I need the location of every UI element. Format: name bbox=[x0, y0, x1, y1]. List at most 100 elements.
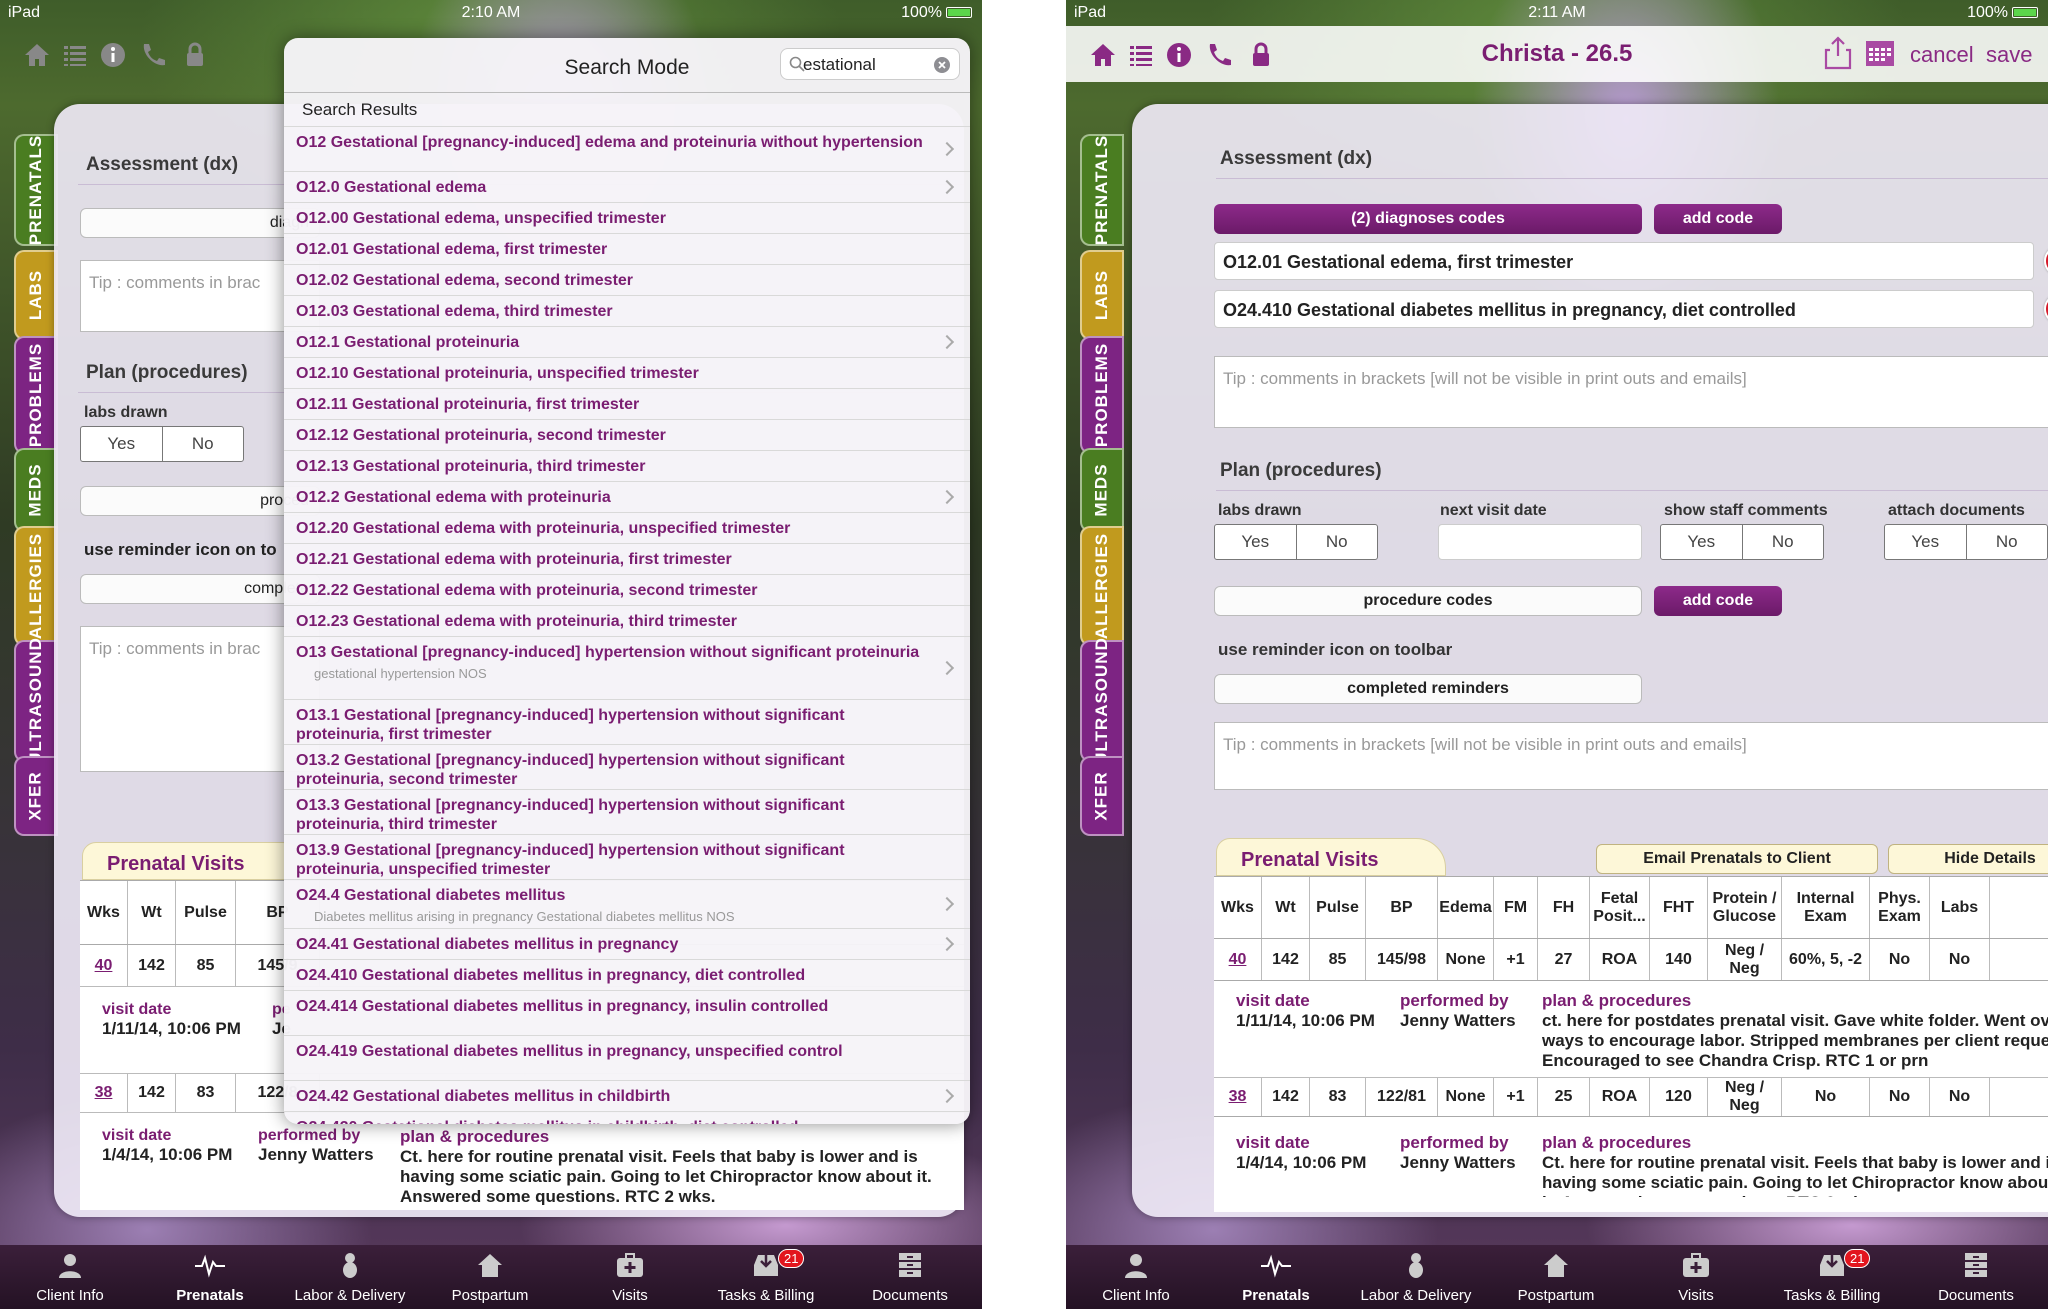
search-result-item[interactable]: O12.22 Gestational edema with proteinuri… bbox=[284, 574, 970, 605]
no-option[interactable]: No bbox=[1295, 525, 1378, 559]
search-result-item[interactable]: O24.4 Gestational diabetes mellitus Diabe… bbox=[284, 879, 970, 928]
tab-labs[interactable]: LABS bbox=[1080, 250, 1124, 340]
search-result-item[interactable]: O12.12 Gestational proteinuria, second t… bbox=[284, 419, 970, 450]
tab-allergies[interactable]: ALLERGIES bbox=[1080, 526, 1124, 646]
labs-drawn-toggle[interactable]: Yes No bbox=[1214, 524, 1378, 560]
tabbar-item-tasks-billing[interactable]: Tasks & Billing 21 bbox=[1772, 1249, 1892, 1304]
tabbar-item-labor-delivery[interactable]: Labor & Delivery bbox=[1356, 1251, 1476, 1304]
remove-diagnosis-icon[interactable] bbox=[2044, 294, 2048, 324]
search-result-item[interactable]: O24.414 Gestational diabetes mellitus in… bbox=[284, 990, 970, 1035]
show-staff-comments-toggle[interactable]: Yes No bbox=[1660, 524, 1824, 560]
plan-comments[interactable]: Tip : comments in brackets [will not be … bbox=[1214, 722, 2048, 790]
search-result-item[interactable]: O24.420 Gestational diabetes mellitus in… bbox=[284, 1111, 970, 1124]
search-result-item[interactable]: O24.419 Gestational diabetes mellitus in… bbox=[284, 1035, 970, 1080]
tabbar-item-visits[interactable]: Visits bbox=[1636, 1251, 1756, 1304]
tabbar-item-documents[interactable]: Documents bbox=[850, 1251, 970, 1304]
home-icon[interactable] bbox=[22, 40, 52, 70]
cancel-button[interactable]: cancel bbox=[1910, 42, 1974, 68]
tabbar-item-client-info[interactable]: Client Info bbox=[10, 1251, 130, 1304]
no-option[interactable]: No bbox=[1741, 525, 1824, 559]
remove-diagnosis-icon[interactable] bbox=[2044, 246, 2048, 276]
search-result-item[interactable]: O12.02 Gestational edema, second trimest… bbox=[284, 264, 970, 295]
search-result-item[interactable]: O12.10 Gestational proteinuria, unspecif… bbox=[284, 357, 970, 388]
hide-details-button[interactable]: Hide Details bbox=[1888, 844, 2048, 874]
tabbar-item-visits[interactable]: Visits bbox=[570, 1251, 690, 1304]
search-result-item[interactable]: O12.0 Gestational edema bbox=[284, 171, 970, 202]
tabbar-item-tasks-billing[interactable]: Tasks & Billing 21 bbox=[706, 1249, 826, 1304]
tabbar-item-prenatals[interactable]: Prenatals bbox=[150, 1251, 270, 1304]
search-result-item[interactable]: O24.42 Gestational diabetes mellitus in … bbox=[284, 1080, 970, 1111]
tabbar-item-labor-delivery[interactable]: Labor & Delivery bbox=[290, 1251, 410, 1304]
tab-ultrasound[interactable]: ULTRASOUND bbox=[14, 637, 58, 765]
tabbar-item-postpartum[interactable]: Postpartum bbox=[1496, 1251, 1616, 1304]
phone-icon[interactable] bbox=[138, 40, 168, 70]
yes-option[interactable]: Yes bbox=[1885, 525, 1966, 559]
diagnosis-item[interactable]: O24.410 Gestational diabetes mellitus in… bbox=[1214, 290, 2034, 328]
email-prenatals-button[interactable]: Email Prenatals to Client bbox=[1596, 844, 1878, 874]
procedure-codes-button[interactable]: procedure codes bbox=[1214, 586, 1642, 616]
search-result-item[interactable]: O12.03 Gestational edema, third trimeste… bbox=[284, 295, 970, 326]
tab-prenatals[interactable]: PRENATALS bbox=[1080, 134, 1124, 246]
search-result-item[interactable]: O24.410 Gestational diabetes mellitus in… bbox=[284, 959, 970, 990]
assessment-comments[interactable]: Tip : comments in brackets [will not be … bbox=[1214, 356, 2048, 428]
tabbar-item-postpartum[interactable]: Postpartum bbox=[430, 1251, 550, 1304]
completed-reminders-button[interactable]: completed reminders bbox=[1214, 674, 1642, 704]
week-link[interactable]: 38 bbox=[95, 1084, 113, 1102]
search-result-item[interactable]: O12 Gestational [pregnancy-induced] edem… bbox=[284, 126, 970, 171]
attach-documents-toggle[interactable]: Yes No bbox=[1884, 524, 2048, 560]
search-result-item[interactable]: O12.13 Gestational proteinuria, third tr… bbox=[284, 450, 970, 481]
search-result-item[interactable]: O13.1 Gestational [pregnancy-induced] hy… bbox=[284, 699, 970, 744]
yes-option[interactable]: Yes bbox=[81, 427, 162, 461]
week-link[interactable]: 40 bbox=[1229, 951, 1247, 969]
labs-drawn-toggle[interactable]: Yes No bbox=[80, 426, 244, 462]
search-result-item[interactable]: O13.2 Gestational [pregnancy-induced] hy… bbox=[284, 744, 970, 789]
lock-icon[interactable] bbox=[180, 40, 210, 70]
search-result-item[interactable]: O12.1 Gestational proteinuria bbox=[284, 326, 970, 357]
tab-prenatals[interactable]: PRENATALS bbox=[14, 134, 58, 246]
save-button[interactable]: save bbox=[1986, 42, 2032, 68]
diagnosis-item[interactable]: O12.01 Gestational edema, first trimeste… bbox=[1214, 242, 2034, 280]
list-icon[interactable] bbox=[60, 40, 90, 70]
clear-search-icon[interactable] bbox=[933, 56, 951, 74]
search-result-item[interactable]: O12.01 Gestational edema, first trimeste… bbox=[284, 233, 970, 264]
tabbar-item-client-info[interactable]: Client Info bbox=[1076, 1251, 1196, 1304]
search-result-item[interactable]: O12.11 Gestational proteinuria, first tr… bbox=[284, 388, 970, 419]
search-result-item[interactable]: O13 Gestational [pregnancy-induced] hype… bbox=[284, 636, 970, 699]
tabbar-item-documents[interactable]: Documents bbox=[1916, 1251, 2036, 1304]
calendar-icon[interactable] bbox=[1864, 36, 1896, 68]
week-link[interactable]: 38 bbox=[1229, 1088, 1247, 1106]
table-row[interactable]: 40 142 85 145/98 None +1 27 ROA 140 Neg / Neg 60%,… bbox=[1214, 939, 2048, 981]
search-result-item[interactable]: O13.9 Gestational [pregnancy-induced] hy… bbox=[284, 834, 970, 879]
search-input[interactable]: estational bbox=[780, 48, 960, 80]
tab-problems[interactable]: PROBLEMS bbox=[1080, 336, 1124, 454]
tab-xfer[interactable]: XFER bbox=[1080, 756, 1124, 836]
search-result-item[interactable]: O12.21 Gestational edema with proteinuri… bbox=[284, 543, 970, 574]
tab-labs[interactable]: LABS bbox=[14, 250, 58, 340]
search-result-item[interactable]: O12.23 Gestational edema with proteinuri… bbox=[284, 605, 970, 636]
tab-xfer[interactable]: XFER bbox=[14, 756, 58, 836]
search-result-item[interactable]: O12.00 Gestational edema, unspecified tr… bbox=[284, 202, 970, 233]
next-visit-date-field[interactable] bbox=[1438, 524, 1642, 560]
tab-meds[interactable]: MEDS bbox=[1080, 448, 1124, 532]
diagnoses-codes-button[interactable]: (2) diagnoses codes bbox=[1214, 204, 1642, 234]
no-option[interactable]: No bbox=[161, 427, 244, 461]
search-result-item[interactable]: O12.2 Gestational edema with proteinuria bbox=[284, 481, 970, 512]
search-result-item[interactable]: O12.20 Gestational edema with proteinuri… bbox=[284, 512, 970, 543]
search-result-item[interactable]: O13.3 Gestational [pregnancy-induced] hy… bbox=[284, 789, 970, 834]
tab-allergies[interactable]: ALLERGIES bbox=[14, 526, 58, 646]
yes-option[interactable]: Yes bbox=[1215, 525, 1296, 559]
week-link[interactable]: 40 bbox=[95, 957, 113, 975]
info-icon[interactable] bbox=[98, 40, 128, 70]
tab-ultrasound[interactable]: ULTRASOUND bbox=[1080, 637, 1124, 765]
tab-meds[interactable]: MEDS bbox=[14, 448, 58, 532]
share-icon[interactable] bbox=[1822, 36, 1854, 70]
no-option[interactable]: No bbox=[1965, 525, 2048, 559]
perf: Jenny Watters bbox=[1400, 1011, 1516, 1030]
tab-problems[interactable]: PROBLEMS bbox=[14, 336, 58, 454]
add-diagnosis-code-button[interactable]: add code bbox=[1654, 204, 1782, 234]
add-procedure-code-button[interactable]: add code bbox=[1654, 586, 1782, 616]
yes-option[interactable]: Yes bbox=[1661, 525, 1742, 559]
table-row[interactable]: 38 142 83 122/81 None +1 25 ROA 120 Neg / Neg No No… bbox=[1214, 1077, 2048, 1117]
tabbar-item-prenatals[interactable]: Prenatals bbox=[1216, 1251, 1336, 1304]
search-result-item[interactable]: O24.41 Gestational diabetes mellitus in … bbox=[284, 928, 970, 959]
